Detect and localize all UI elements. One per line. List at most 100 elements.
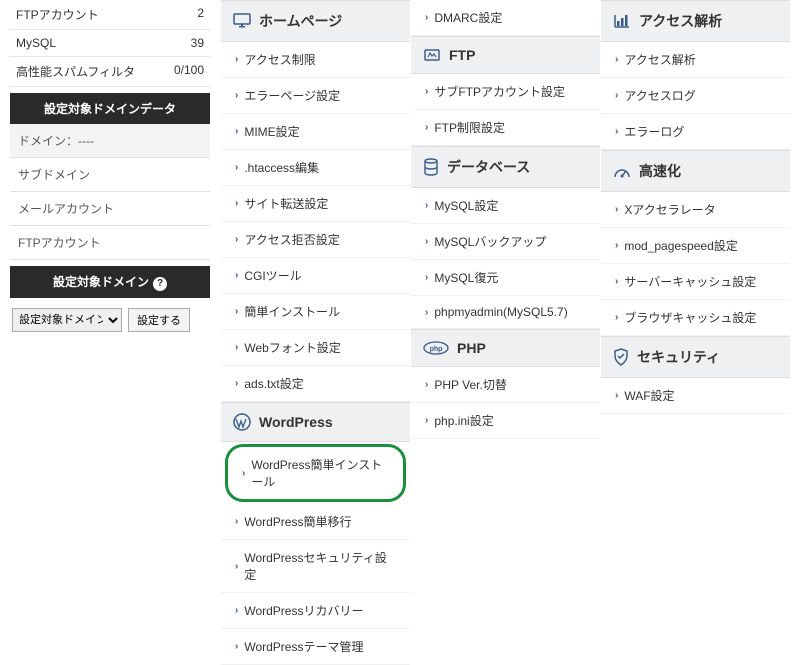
link-item[interactable]: ›エラーページ設定 bbox=[221, 78, 410, 114]
category-title: セキュリティ bbox=[637, 347, 720, 367]
link-item[interactable]: › ads.txt設定 bbox=[221, 366, 410, 402]
link-item[interactable]: › アクセス制限 bbox=[221, 42, 410, 78]
link-item[interactable]: ›サーバーキャッシュ設定 bbox=[601, 264, 790, 300]
link-label: アクセス制限 bbox=[244, 51, 315, 68]
link-item[interactable]: › アクセスログ bbox=[601, 78, 790, 114]
chevron-right-icon: › bbox=[425, 122, 428, 133]
category-header: FTP bbox=[411, 36, 600, 74]
category-title: データベース bbox=[447, 157, 530, 177]
link-item[interactable]: ›WAF設定 bbox=[601, 378, 790, 414]
domain-data-header: 設定対象ドメインデータ bbox=[10, 93, 210, 124]
link-item[interactable]: › MIME設定 bbox=[221, 114, 410, 150]
chevron-right-icon: › bbox=[235, 54, 238, 65]
chevron-right-icon: › bbox=[235, 90, 238, 101]
category-header: セキュリティ bbox=[601, 336, 790, 378]
category-header: WordPress bbox=[221, 402, 410, 442]
link-label: DMARC設定 bbox=[434, 9, 502, 26]
chevron-right-icon: › bbox=[615, 240, 618, 251]
link-item[interactable]: ›MySQL設定 bbox=[411, 188, 600, 224]
link-item[interactable]: ›mod_pagespeed設定 bbox=[601, 228, 790, 264]
chevron-right-icon: › bbox=[615, 276, 618, 287]
link-item[interactable]: ›WordPress簡単移行 bbox=[221, 504, 410, 540]
stat-row: 高性能スパムフィルタ0/100 bbox=[10, 57, 210, 87]
link-item[interactable]: ›.htaccess編集 bbox=[221, 150, 410, 186]
link-item[interactable]: ›MySQLバックアップ bbox=[411, 224, 600, 260]
link-item[interactable]: › phpmyadmin(MySQL5.7) bbox=[411, 296, 600, 329]
link-label: アクセス拒否設定 bbox=[244, 231, 339, 248]
speed-icon bbox=[613, 163, 631, 179]
domain-data-row: ドメイン：---- bbox=[10, 124, 210, 158]
link-item[interactable]: › WordPressリカバリー bbox=[221, 593, 410, 629]
chevron-right-icon: › bbox=[235, 605, 238, 616]
link-label: WordPressセキュリティ設定 bbox=[244, 549, 396, 583]
category-header: phpPHP bbox=[411, 329, 600, 367]
link-label: MIME設定 bbox=[244, 123, 299, 140]
chevron-right-icon: › bbox=[615, 390, 618, 401]
chevron-right-icon: › bbox=[235, 270, 238, 281]
link-label: PHP Ver.切替 bbox=[434, 376, 506, 393]
link-label: Xアクセラレータ bbox=[624, 201, 715, 218]
link-item[interactable]: ›簡単インストール bbox=[221, 294, 410, 330]
stat-value: 0/100 bbox=[174, 63, 204, 80]
wordpress-icon bbox=[233, 413, 251, 431]
domain-data-row[interactable]: サブドメイン bbox=[10, 158, 210, 192]
link-item[interactable]: ›WordPressテーマ管理 bbox=[221, 629, 410, 665]
monitor-icon bbox=[233, 13, 251, 29]
category-title: WordPress bbox=[259, 414, 333, 430]
link-item[interactable]: ›エラーログ bbox=[601, 114, 790, 150]
link-label: サイト転送設定 bbox=[244, 195, 328, 212]
chart-icon bbox=[613, 13, 631, 29]
link-item[interactable]: › サイト転送設定 bbox=[221, 186, 410, 222]
stat-row: MySQL39 bbox=[10, 30, 210, 57]
help-icon[interactable]: ? bbox=[153, 277, 167, 291]
link-item[interactable]: ›WordPress簡単インストール bbox=[225, 444, 406, 502]
domain-data-row[interactable]: FTPアカウント bbox=[10, 226, 210, 260]
apply-button[interactable]: 設定する bbox=[128, 308, 190, 332]
link-label: CGIツール bbox=[244, 267, 301, 284]
link-item[interactable]: › PHP Ver.切替 bbox=[411, 367, 600, 403]
chevron-right-icon: › bbox=[615, 90, 618, 101]
link-item[interactable]: ›ブラウザキャッシュ設定 bbox=[601, 300, 790, 336]
sidebar: FTPアカウント2MySQL39高性能スパムフィルタ0/100 設定対象ドメイン… bbox=[10, 0, 220, 665]
chevron-right-icon: › bbox=[425, 379, 428, 390]
category-header: アクセス解析 bbox=[601, 0, 790, 42]
link-item[interactable]: ›Xアクセラレータ bbox=[601, 192, 790, 228]
link-item[interactable]: ›php.ini設定 bbox=[411, 403, 600, 439]
category-title: アクセス解析 bbox=[639, 11, 722, 31]
chevron-right-icon: › bbox=[242, 468, 245, 479]
link-label: エラーログ bbox=[624, 123, 684, 140]
link-label: ads.txt設定 bbox=[244, 375, 303, 392]
link-item[interactable]: ›アクセス解析 bbox=[601, 42, 790, 78]
chevron-right-icon: › bbox=[235, 378, 238, 389]
link-label: php.ini設定 bbox=[434, 412, 493, 429]
link-label: アクセス解析 bbox=[624, 51, 695, 68]
link-label: phpmyadmin(MySQL5.7) bbox=[434, 305, 567, 319]
shield-icon bbox=[613, 348, 629, 366]
link-item[interactable]: ›WordPressセキュリティ設定 bbox=[221, 540, 410, 593]
chevron-right-icon: › bbox=[235, 198, 238, 209]
link-label: WordPress簡単移行 bbox=[244, 513, 351, 530]
database-icon bbox=[423, 158, 439, 176]
chevron-right-icon: › bbox=[235, 162, 238, 173]
category-title: ホームページ bbox=[259, 11, 342, 31]
link-label: WordPressテーマ管理 bbox=[244, 638, 363, 655]
target-domain-select[interactable]: 設定対象ドメイン bbox=[12, 308, 122, 332]
link-item[interactable]: › CGIツール bbox=[221, 258, 410, 294]
domain-data-row[interactable]: メールアカウント bbox=[10, 192, 210, 226]
stat-label: MySQL bbox=[16, 36, 56, 50]
chevron-right-icon: › bbox=[425, 86, 428, 97]
chevron-right-icon: › bbox=[235, 306, 238, 317]
link-item[interactable]: ›Webフォント設定 bbox=[221, 330, 410, 366]
link-label: WordPressリカバリー bbox=[244, 602, 363, 619]
link-item[interactable]: ›サブFTPアカウント設定 bbox=[411, 74, 600, 110]
chevron-right-icon: › bbox=[425, 307, 428, 318]
link-item[interactable]: ›DMARC設定 bbox=[411, 0, 600, 36]
link-item[interactable]: ›アクセス拒否設定 bbox=[221, 222, 410, 258]
link-label: アクセスログ bbox=[624, 87, 695, 104]
category-header: ホームページ bbox=[221, 0, 410, 42]
chevron-right-icon: › bbox=[235, 126, 238, 137]
link-item[interactable]: ›MySQL復元 bbox=[411, 260, 600, 296]
chevron-right-icon: › bbox=[615, 312, 618, 323]
column-3: アクセス解析›アクセス解析›アクセスログ›エラーログ高速化›Xアクセラレータ›m… bbox=[600, 0, 790, 665]
link-item[interactable]: ›FTP制限設定 bbox=[411, 110, 600, 146]
